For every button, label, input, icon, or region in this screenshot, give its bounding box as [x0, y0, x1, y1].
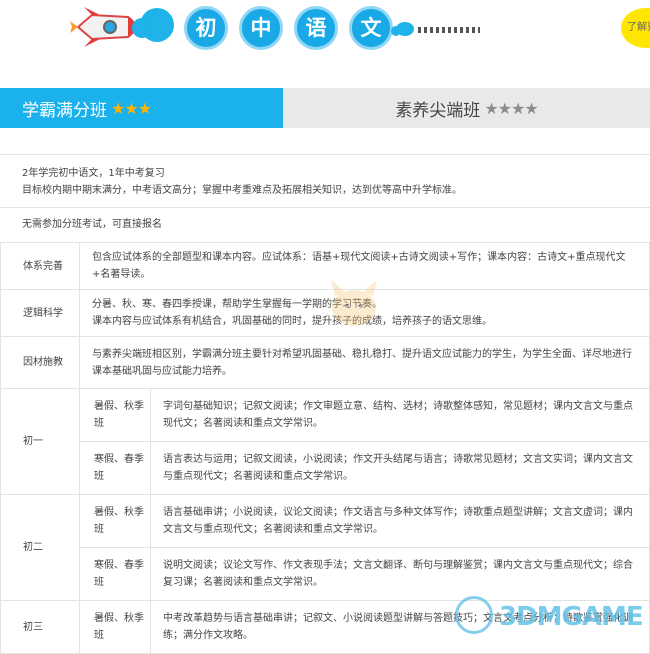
feature-name: 逻辑科学 — [0, 289, 80, 337]
feature-text: 与素养尖端班相区别，学霸满分班主要针对希望巩固基础、稳扎稳打、提升语文应试能力的… — [79, 336, 650, 389]
season-label: 暑假、秋季班 — [79, 494, 151, 548]
title-char: 初 — [184, 6, 228, 50]
course-content: 2年学完初中语文，1年中考复习 目标校内期中期末满分，中考语文高分；掌握中考重难… — [0, 154, 650, 654]
tab-label: 素养尖端班 — [395, 100, 481, 121]
season-label: 寒假、春季班 — [79, 441, 151, 495]
table-row: 初二 暑假、秋季班 语言基础串讲；小说阅读，议论文阅读；作文语言与多种文体写作；… — [0, 494, 650, 601]
dashed-line-decoration — [418, 27, 480, 33]
cloud-decoration — [391, 22, 414, 36]
intro-block: 2年学完初中语文，1年中考复习 目标校内期中期末满分，中考语文高分；掌握中考重难… — [0, 154, 650, 207]
star-rating-icon: ★★★★ — [484, 98, 538, 118]
tab-suyang[interactable]: 素养尖端班 ★★★★ — [283, 88, 650, 128]
grade-label: 初二 — [0, 494, 80, 601]
table-row: 寒假、春季班 语言表达与运用；记叙文阅读，小说阅读；作文开头结尾与语言；诗歌常见… — [1, 441, 650, 495]
watermark-text: 3DMGAME — [499, 602, 644, 632]
intro-line: 2年学完初中语文，1年中考复习 — [22, 168, 165, 179]
title-char: 中 — [239, 6, 283, 50]
season-label: 寒假、春季班 — [79, 547, 151, 601]
season-label: 暑假、秋季班 — [79, 388, 151, 442]
header: 初 中 语 文 了解更多 — [0, 0, 650, 85]
grade-detail: 语言基础串讲；小说阅读，议论文阅读；作文语言与多种文体写作；诗歌重点题型讲解；文… — [150, 494, 650, 548]
grade-label: 初一 — [0, 388, 80, 495]
feature-name: 体系完善 — [0, 242, 80, 290]
watermark-logo-icon — [455, 596, 493, 634]
star-rating-icon: ★★★ — [111, 98, 152, 118]
grade-label: 初三 — [0, 600, 80, 654]
cloud-decoration — [132, 8, 174, 42]
table-row: 初一 暑假、秋季班 字词句基础知识；记叙文阅读；作文审题立意、结构、选材；诗歌整… — [0, 388, 650, 495]
intro-line: 目标校内期中期末满分，中考语文高分；掌握中考重难点及拓展相关知识，达到优等高中升… — [22, 185, 462, 196]
watermark: 3DMGAME — [455, 588, 645, 640]
admission-note: 无需参加分班考试，可直接报名 — [0, 207, 650, 242]
grade-detail: 语言表达与运用；记叙文阅读，小说阅读；作文开头结尾与语言；诗歌常见题材；文言文实… — [150, 441, 650, 495]
class-tabs: 学霸满分班 ★★★ 素养尖端班 ★★★★ — [0, 88, 650, 128]
grade-detail: 字词句基础知识；记叙文阅读；作文审题立意、结构、选材；诗歌整体感知，常见题材；课… — [150, 388, 650, 442]
mascot-icon — [331, 280, 377, 326]
learn-more-button[interactable]: 了解更多 — [621, 8, 650, 48]
tab-label: 学霸满分班 — [22, 100, 107, 121]
tab-xueba[interactable]: 学霸满分班 ★★★ — [0, 88, 283, 128]
table-row: 因材施教 与素养尖端班相区别，学霸满分班主要针对希望巩固基础、稳扎稳打、提升语文… — [0, 336, 650, 389]
title-char: 文 — [349, 6, 393, 50]
title-char: 语 — [294, 6, 338, 50]
feature-name: 因材施教 — [0, 336, 80, 389]
season-label: 暑假、秋季班 — [79, 600, 151, 654]
